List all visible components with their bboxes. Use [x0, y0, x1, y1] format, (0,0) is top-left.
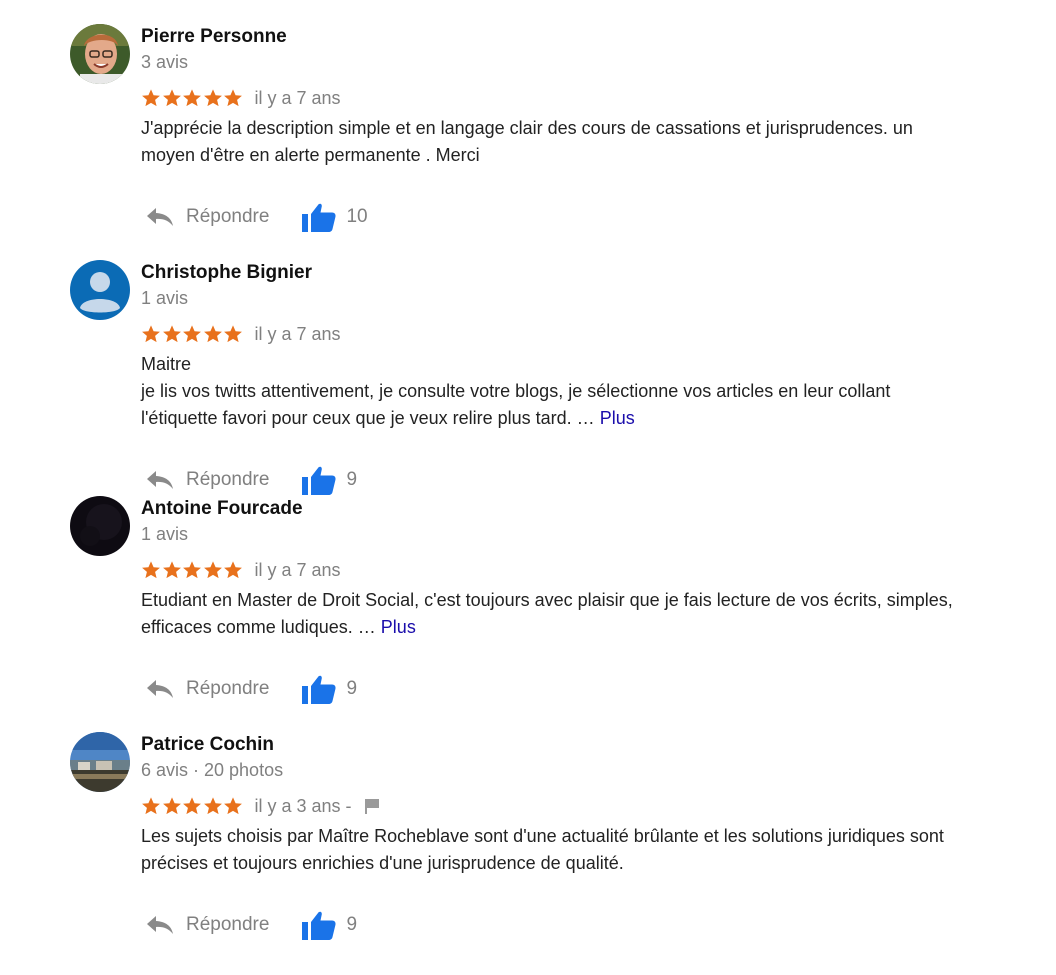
- reviewer-name[interactable]: Christophe Bignier: [141, 262, 312, 284]
- reviewer-name[interactable]: Patrice Cochin: [141, 734, 274, 756]
- review-text-line: J'apprécie la description simple et en l…: [141, 118, 913, 138]
- like-button[interactable]: 9: [301, 909, 357, 941]
- review-text: Maitre je lis vos twitts attentivement, j…: [141, 351, 1041, 432]
- review-date: il y a 3 ans -: [254, 795, 352, 816]
- review-actions: Répondre 10: [141, 202, 368, 232]
- review-text-line: Maitre: [141, 354, 192, 374]
- review-card: Pierre Personne 3 avis il y a 7 ans J'appré…: [0, 0, 1056, 236]
- star-icon: [141, 324, 161, 344]
- like-count: 10: [346, 206, 368, 227]
- reply-button[interactable]: Répondre: [141, 914, 269, 936]
- rating-line: il y a 7 ans: [141, 559, 341, 581]
- reply-arrow-icon: [145, 206, 175, 228]
- star-icon: [182, 324, 202, 344]
- review-card: Christophe Bignier 1 avis il y a 7 ans Mait…: [0, 236, 1056, 472]
- star-icon: [203, 796, 223, 816]
- star-icon: [162, 560, 182, 580]
- reply-label: Répondre: [186, 206, 270, 227]
- star-rating: [141, 88, 244, 108]
- flag-icon[interactable]: [364, 798, 380, 814]
- reviewer-meta: 3 avis: [141, 52, 189, 72]
- star-icon: [141, 796, 161, 816]
- review-text-line: précises et toujours enrichies d'une jur…: [141, 853, 624, 873]
- more-link[interactable]: Plus: [600, 408, 635, 428]
- reviewer-meta: 1 avis: [141, 288, 189, 308]
- star-icon: [141, 560, 161, 580]
- like-count: 9: [346, 678, 358, 699]
- review-text-line: moyen d'être en alerte permanente . Merc…: [141, 145, 480, 165]
- reviewer-name[interactable]: Pierre Personne: [141, 26, 287, 48]
- thumbs-up-icon: [301, 909, 337, 941]
- reply-label: Répondre: [186, 678, 270, 699]
- reviewer-avatar[interactable]: [70, 24, 130, 84]
- star-icon: [203, 324, 223, 344]
- rating-line: il y a 3 ans -: [141, 795, 380, 817]
- reviewer-avatar[interactable]: [70, 260, 130, 320]
- like-button[interactable]: 9: [301, 673, 357, 705]
- star-icon: [223, 324, 243, 344]
- review-text-line: je lis vos twitts attentivement, je cons…: [141, 381, 891, 401]
- star-icon: [162, 88, 182, 108]
- rating-line: il y a 7 ans: [141, 323, 341, 345]
- star-icon: [223, 560, 243, 580]
- star-icon: [141, 88, 161, 108]
- reviewer-avatar[interactable]: [70, 496, 130, 556]
- review-date: il y a 7 ans: [254, 87, 341, 108]
- star-icon: [223, 88, 243, 108]
- review-actions: Répondre 9: [141, 674, 357, 704]
- review-date: il y a 7 ans: [254, 323, 341, 344]
- thumbs-up-icon: [301, 201, 337, 233]
- star-icon: [182, 560, 202, 580]
- review-text-line: Les sujets choisis par Maître Rocheblave…: [141, 826, 944, 846]
- star-rating: [141, 324, 244, 344]
- review-card: Patrice Cochin 6 avis · 20 photos il y a 3…: [0, 708, 1056, 944]
- reply-arrow-icon: [145, 678, 175, 700]
- more-link[interactable]: Plus: [381, 617, 416, 637]
- star-icon: [182, 796, 202, 816]
- thumbs-up-icon: [301, 673, 337, 705]
- star-icon: [182, 88, 202, 108]
- review-text: Etudiant en Master de Droit Social, c'es…: [141, 587, 1041, 641]
- star-icon: [162, 796, 182, 816]
- review-actions: Répondre 9: [141, 910, 357, 940]
- like-button[interactable]: 10: [301, 201, 368, 233]
- review-text-line: Etudiant en Master de Droit Social, c'es…: [141, 590, 953, 610]
- review-text: Les sujets choisis par Maître Rocheblave…: [141, 823, 1041, 877]
- reply-label: Répondre: [186, 914, 270, 935]
- review-card: Antoine Fourcade 1 avis il y a 7 ans Etudia…: [0, 472, 1056, 708]
- review-text-line: l'étiquette favori pour ceux que je veux…: [141, 408, 635, 428]
- rating-line: il y a 7 ans: [141, 87, 341, 109]
- review-date: il y a 7 ans: [254, 559, 341, 580]
- reviewer-meta: 1 avis: [141, 524, 189, 544]
- reviewer-avatar[interactable]: [70, 732, 130, 792]
- star-rating: [141, 796, 244, 816]
- reply-arrow-icon: [145, 914, 175, 936]
- like-count: 9: [346, 914, 358, 935]
- star-rating: [141, 560, 244, 580]
- star-icon: [203, 88, 223, 108]
- reviewer-name[interactable]: Antoine Fourcade: [141, 498, 303, 520]
- review-text-line: efficaces comme ludiques. … Plus: [141, 617, 416, 637]
- star-icon: [203, 560, 223, 580]
- star-icon: [223, 796, 243, 816]
- review-text: J'apprécie la description simple et en l…: [141, 115, 1041, 169]
- reviewer-meta: 6 avis · 20 photos: [141, 760, 284, 780]
- reply-button[interactable]: Répondre: [141, 206, 269, 228]
- star-icon: [162, 324, 182, 344]
- reply-button[interactable]: Répondre: [141, 678, 269, 700]
